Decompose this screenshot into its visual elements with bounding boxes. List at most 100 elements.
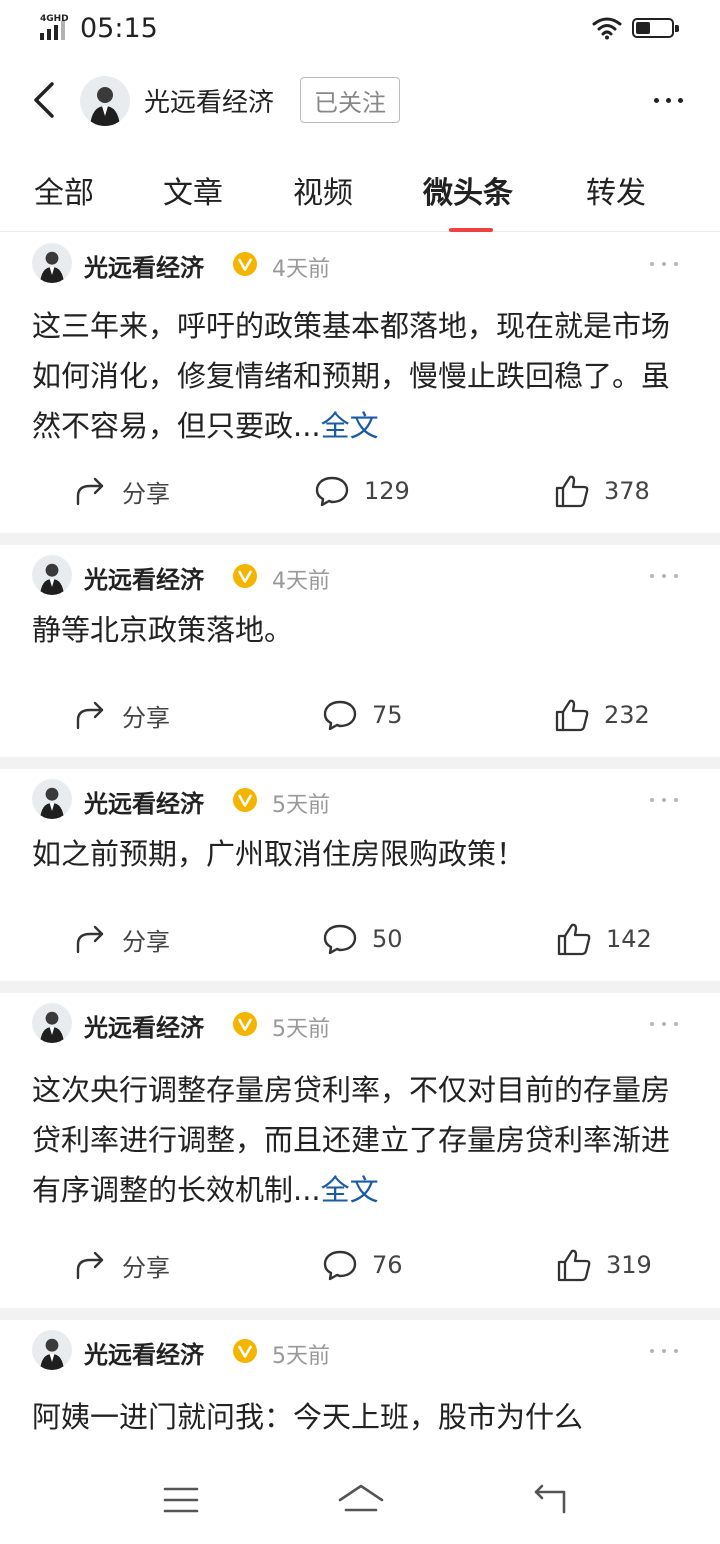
post-header: 光远看经济 5天前 bbox=[0, 993, 720, 1057]
comment-count: 129 bbox=[364, 477, 410, 505]
avatar[interactable] bbox=[32, 555, 72, 595]
verified-badge-icon bbox=[233, 1339, 257, 1363]
more-options-button[interactable] bbox=[646, 88, 692, 112]
comment-count: 50 bbox=[372, 925, 403, 953]
like-button[interactable]: 319 bbox=[556, 1240, 652, 1290]
author-name[interactable]: 光远看经济 bbox=[84, 784, 204, 819]
tab-all[interactable]: 全部 bbox=[34, 168, 94, 212]
like-count: 378 bbox=[604, 477, 650, 505]
share-button[interactable]: 分享 bbox=[74, 690, 170, 740]
cellular-signal-icon: 4GHD bbox=[40, 14, 72, 40]
avatar[interactable] bbox=[32, 779, 72, 819]
clock: 05:15 bbox=[80, 13, 158, 44]
post-more-button[interactable] bbox=[650, 798, 680, 804]
full-text-link[interactable]: 全文 bbox=[321, 1173, 379, 1207]
post-text[interactable]: 如之前预期，广州取消住房限购政策！ bbox=[32, 829, 692, 879]
post-time: 4天前 bbox=[272, 569, 330, 594]
share-button[interactable]: 分享 bbox=[74, 466, 170, 516]
comment-button[interactable]: 129 bbox=[314, 466, 410, 516]
share-label: 分享 bbox=[122, 479, 170, 508]
post-text[interactable]: 静等北京政策落地。 bbox=[32, 605, 692, 655]
share-label: 分享 bbox=[122, 1253, 170, 1282]
verified-badge-icon bbox=[233, 1012, 257, 1036]
comment-icon bbox=[323, 700, 357, 731]
system-navigation-bar bbox=[0, 1460, 720, 1544]
account-name[interactable]: 光远看经济 bbox=[144, 82, 274, 119]
share-button[interactable]: 分享 bbox=[74, 914, 170, 964]
post-time: 5天前 bbox=[272, 1017, 330, 1042]
comment-button[interactable]: 75 bbox=[322, 690, 403, 740]
post-header: 光远看经济 4天前 bbox=[0, 545, 720, 609]
feed-divider bbox=[0, 757, 720, 769]
menu-icon[interactable] bbox=[162, 1482, 200, 1518]
post-header: 光远看经济 4天前 bbox=[0, 233, 720, 297]
post-more-button[interactable] bbox=[650, 262, 680, 268]
thumbs-up-icon bbox=[557, 1249, 591, 1282]
like-count: 319 bbox=[606, 1251, 652, 1279]
verified-badge-icon bbox=[233, 788, 257, 812]
thumbs-up-icon bbox=[557, 923, 591, 956]
comment-count: 76 bbox=[372, 1251, 403, 1279]
post-text[interactable]: 阿姨一进门就问我：今天上班，股市为什么 bbox=[32, 1392, 692, 1442]
avatar[interactable] bbox=[32, 1330, 72, 1370]
thumbs-up-icon bbox=[555, 475, 589, 508]
tab-articles[interactable]: 文章 bbox=[163, 168, 223, 212]
comment-button[interactable]: 76 bbox=[322, 1240, 403, 1290]
author-name[interactable]: 光远看经济 bbox=[84, 1008, 204, 1043]
thumbs-up-icon bbox=[555, 699, 589, 732]
like-button[interactable]: 232 bbox=[554, 690, 650, 740]
home-icon[interactable] bbox=[336, 1482, 386, 1518]
person-icon bbox=[40, 251, 64, 283]
like-button[interactable]: 142 bbox=[556, 914, 652, 964]
like-button[interactable]: 378 bbox=[554, 466, 650, 516]
post-card[interactable]: 光远看经济 5天前 这次央行调整存量房贷利率，不仅对目前的存量房贷利率进行调整，… bbox=[0, 993, 720, 1308]
share-label: 分享 bbox=[122, 703, 170, 732]
profile-header: 光远看经济 已关注 bbox=[0, 60, 720, 140]
post-text[interactable]: 这三年来，呼吁的政策基本都落地，现在就是市场如何消化，修复情绪和预期，慢慢止跌回… bbox=[32, 301, 692, 451]
author-name[interactable]: 光远看经济 bbox=[84, 1335, 204, 1370]
tab-reposts[interactable]: 转发 bbox=[586, 168, 646, 212]
verified-badge-icon bbox=[233, 252, 257, 276]
author-name[interactable]: 光远看经济 bbox=[84, 560, 204, 595]
author-name[interactable]: 光远看经济 bbox=[84, 248, 204, 283]
post-card[interactable]: 光远看经济 4天前 这三年来，呼吁的政策基本都落地，现在就是市场如何消化，修复情… bbox=[0, 233, 720, 533]
person-icon bbox=[40, 1011, 64, 1043]
share-button[interactable]: 分享 bbox=[74, 1240, 170, 1290]
post-header: 光远看经济 5天前 bbox=[0, 769, 720, 833]
post-card[interactable]: 光远看经济 4天前 静等北京政策落地。 分享 75 232 bbox=[0, 545, 720, 757]
comment-icon bbox=[315, 476, 349, 507]
avatar[interactable] bbox=[32, 243, 72, 283]
like-count: 142 bbox=[606, 925, 652, 953]
comment-button[interactable]: 50 bbox=[322, 914, 403, 964]
post-more-button[interactable] bbox=[650, 574, 680, 580]
post-more-button[interactable] bbox=[650, 1022, 680, 1028]
share-icon bbox=[76, 701, 104, 730]
person-icon bbox=[40, 563, 64, 595]
post-actions: 分享 76 319 bbox=[0, 1240, 720, 1290]
follow-button[interactable]: 已关注 bbox=[300, 77, 400, 123]
avatar[interactable] bbox=[32, 1003, 72, 1043]
person-icon bbox=[40, 1338, 64, 1370]
content-tabs: 全部 文章 视频 微头条 转发 bbox=[0, 156, 720, 232]
share-icon bbox=[76, 1251, 104, 1280]
full-text-link[interactable]: 全文 bbox=[321, 409, 379, 443]
back-nav-icon[interactable] bbox=[530, 1482, 570, 1518]
post-feed: 光远看经济 4天前 这三年来，呼吁的政策基本都落地，现在就是市场如何消化，修复情… bbox=[0, 233, 720, 1480]
wifi-icon bbox=[592, 17, 622, 40]
comment-icon bbox=[323, 924, 357, 955]
avatar[interactable] bbox=[80, 76, 130, 126]
post-card[interactable]: 光远看经济 5天前 如之前预期，广州取消住房限购政策！ 分享 50 142 bbox=[0, 769, 720, 981]
feed-divider bbox=[0, 1308, 720, 1320]
tab-micro-posts[interactable]: 微头条 bbox=[423, 168, 513, 212]
post-text[interactable]: 这次央行调整存量房贷利率，不仅对目前的存量房贷利率进行调整，而且还建立了存量房贷… bbox=[32, 1065, 692, 1215]
post-header: 光远看经济 5天前 bbox=[0, 1320, 720, 1384]
person-icon bbox=[90, 87, 120, 126]
back-button[interactable] bbox=[28, 78, 64, 122]
tab-videos[interactable]: 视频 bbox=[293, 168, 353, 212]
active-tab-indicator bbox=[449, 228, 493, 232]
post-actions: 分享 50 142 bbox=[0, 914, 720, 964]
post-card[interactable]: 光远看经济 5天前 阿姨一进门就问我：今天上班，股市为什么 bbox=[0, 1320, 720, 1480]
battery-icon bbox=[632, 18, 679, 38]
post-more-button[interactable] bbox=[650, 1349, 680, 1355]
post-time: 4天前 bbox=[272, 257, 330, 282]
